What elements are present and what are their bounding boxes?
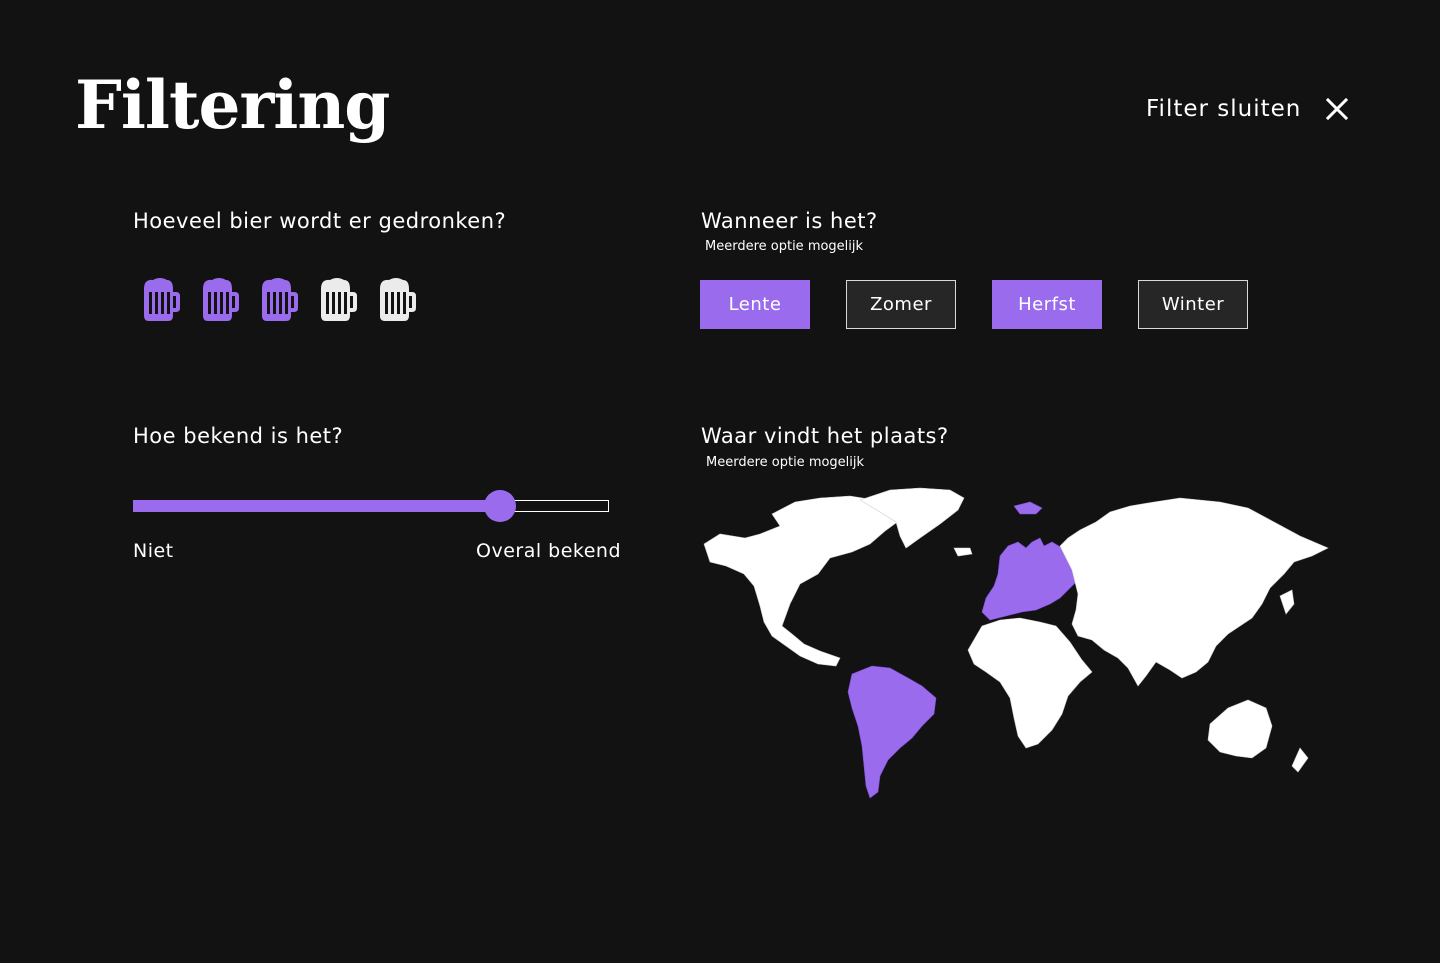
- location-question: Waar vindt het plaats?: [701, 424, 949, 448]
- slider-min-label: Niet: [133, 540, 174, 562]
- world-map: [703, 487, 1329, 799]
- fame-slider[interactable]: [133, 490, 609, 522]
- beer-question: Hoeveel bier wordt er gedronken?: [133, 209, 507, 233]
- slider-max-label: Overal bekend: [476, 540, 622, 562]
- season-options: Lente Zomer Herfst Winter: [700, 280, 1248, 329]
- close-filter-button[interactable]: Filter sluiten: [1146, 96, 1349, 122]
- slider-fill: [133, 500, 500, 512]
- slider-thumb[interactable]: [483, 490, 516, 522]
- season-question: Wanneer is het?: [701, 209, 878, 233]
- beer-mug-icon[interactable]: [258, 277, 298, 321]
- location-hint: Meerdere optie mogelijk: [706, 455, 865, 470]
- region-north-america[interactable]: [703, 487, 973, 667]
- beer-mug-icon[interactable]: [140, 277, 180, 321]
- season-option-winter[interactable]: Winter: [1138, 280, 1248, 329]
- fame-question: Hoe bekend is het?: [133, 424, 344, 448]
- season-option-herfst[interactable]: Herfst: [992, 280, 1102, 329]
- close-icon: [1326, 97, 1349, 121]
- season-hint: Meerdere optie mogelijk: [705, 239, 864, 254]
- beer-rating: [140, 277, 416, 321]
- beer-mug-icon[interactable]: [199, 277, 239, 321]
- region-europe[interactable]: [981, 501, 1077, 621]
- region-south-america[interactable]: [847, 665, 937, 799]
- region-oceania[interactable]: [1207, 699, 1309, 773]
- page-title: Filtering: [75, 66, 390, 144]
- region-africa[interactable]: [967, 617, 1093, 749]
- season-option-zomer[interactable]: Zomer: [846, 280, 956, 329]
- season-option-lente[interactable]: Lente: [700, 280, 810, 329]
- beer-mug-icon[interactable]: [376, 277, 416, 321]
- close-filter-label: Filter sluiten: [1146, 96, 1302, 122]
- beer-mug-icon[interactable]: [317, 277, 357, 321]
- region-asia[interactable]: [1059, 497, 1329, 687]
